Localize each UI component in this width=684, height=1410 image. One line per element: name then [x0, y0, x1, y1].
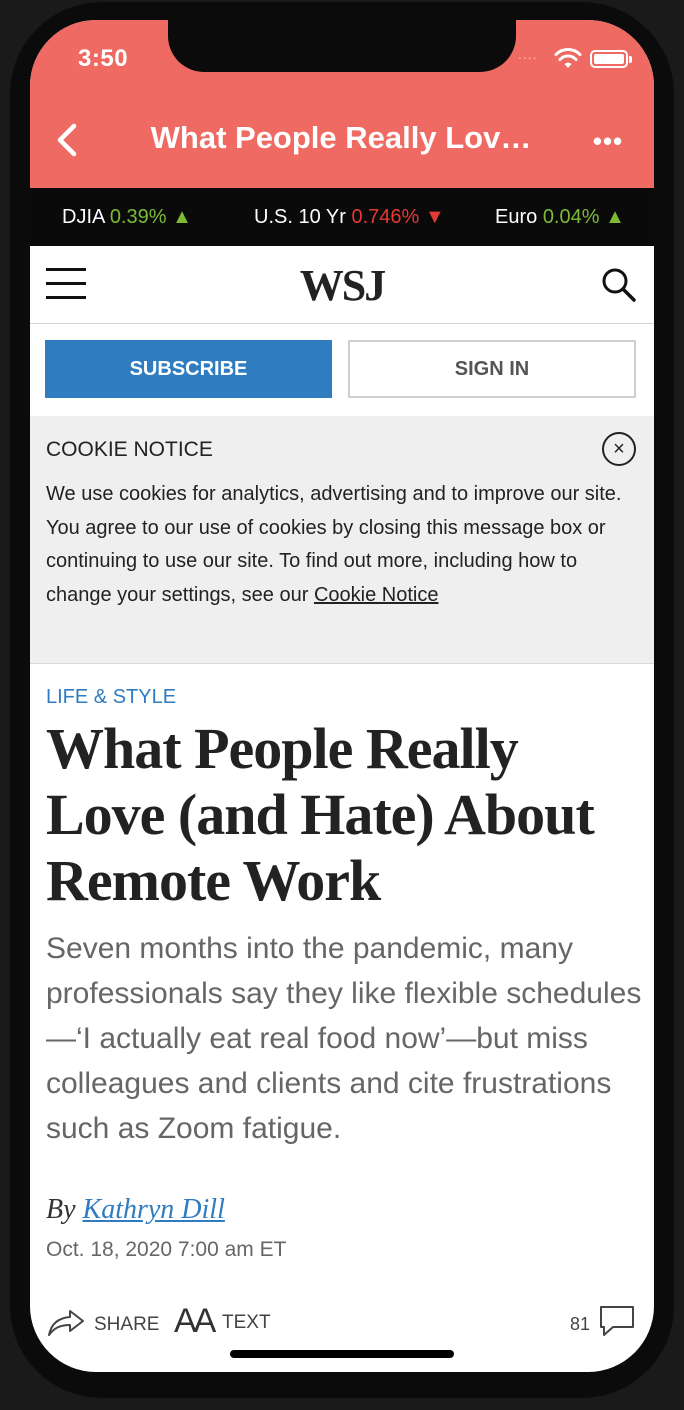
text-size-label: TEXT: [222, 1312, 271, 1333]
battery-icon: [590, 50, 632, 68]
cookie-notice-body: We use cookies for analytics, advertisin…: [46, 478, 626, 612]
author-link[interactable]: Kathryn Dill: [83, 1194, 225, 1225]
ticker-label: Euro: [495, 206, 538, 228]
close-icon[interactable]: ×: [602, 432, 636, 466]
cookie-notice-title: COOKIE NOTICE: [46, 438, 213, 461]
nav-title: What People Really Lov…: [150, 120, 532, 155]
ticker-label: U.S. 10 Yr: [254, 206, 346, 228]
byline: By Kathryn Dill: [46, 1194, 225, 1226]
wifi-icon: [554, 48, 582, 68]
up-arrow-icon: ▲: [605, 206, 625, 228]
down-arrow-icon: ▼: [424, 206, 445, 228]
comment-bubble-icon: [600, 1306, 634, 1336]
share-label: SHARE: [94, 1314, 160, 1335]
share-arrow-icon: [48, 1310, 84, 1336]
app-screen: 3:50 .... What People Really Lov… ••• DJ…: [30, 20, 654, 1372]
market-ticker: DJIA 0.39% ▲ U.S. 10 Yr 0.746% ▼ Euro 0.…: [30, 188, 654, 246]
ticker-value: 0.04%: [542, 206, 600, 228]
article-dek: Seven months into the pandemic, many pro…: [46, 932, 642, 1145]
back-chevron-icon[interactable]: [50, 120, 84, 160]
ticker-value: 0.746%: [351, 206, 420, 228]
signal-dots-icon: ....: [518, 46, 538, 62]
comments-button[interactable]: 81: [570, 1304, 640, 1342]
auth-buttons: SUBSCRIBE SIGN IN: [30, 324, 654, 416]
ticker-item-us10yr[interactable]: U.S. 10 Yr 0.746% ▼: [254, 206, 445, 229]
ticker-value: 0.39%: [109, 206, 167, 228]
ticker-item-djia[interactable]: DJIA 0.39% ▲: [62, 206, 192, 229]
more-options-button[interactable]: •••: [586, 126, 630, 156]
text-size-icon: AA: [174, 1302, 216, 1340]
sign-in-button[interactable]: SIGN IN: [348, 340, 636, 398]
publish-date: Oct. 18, 2020 7:00 am ET: [46, 1238, 287, 1261]
article-headline: What People Really Love (and Hate) About…: [46, 716, 595, 913]
search-icon[interactable]: [600, 266, 638, 304]
up-arrow-icon: ▲: [172, 206, 192, 228]
device-frame: 3:50 .... What People Really Lov… ••• DJ…: [0, 0, 684, 1410]
masthead: WSJ: [30, 246, 654, 324]
status-time: 3:50: [78, 45, 129, 72]
ticker-item-euro[interactable]: Euro 0.04% ▲: [495, 206, 625, 229]
wsj-logo: WSJ: [299, 261, 386, 310]
comment-count: 81: [570, 1314, 591, 1334]
home-indicator[interactable]: [230, 1350, 454, 1358]
article-actions: SHARE AA TEXT 81: [30, 1300, 654, 1350]
cookie-notice-link[interactable]: Cookie Notice: [314, 584, 439, 606]
device-notch: [168, 20, 516, 72]
section-label[interactable]: LIFE & STYLE: [46, 686, 176, 709]
cookie-notice: COOKIE NOTICE × We use cookies for analy…: [30, 416, 654, 664]
byline-prefix: By: [46, 1194, 76, 1225]
subscribe-button[interactable]: SUBSCRIBE: [45, 340, 332, 398]
nav-bar: 3:50 .... What People Really Lov… •••: [30, 20, 654, 188]
ticker-label: DJIA: [62, 206, 105, 228]
